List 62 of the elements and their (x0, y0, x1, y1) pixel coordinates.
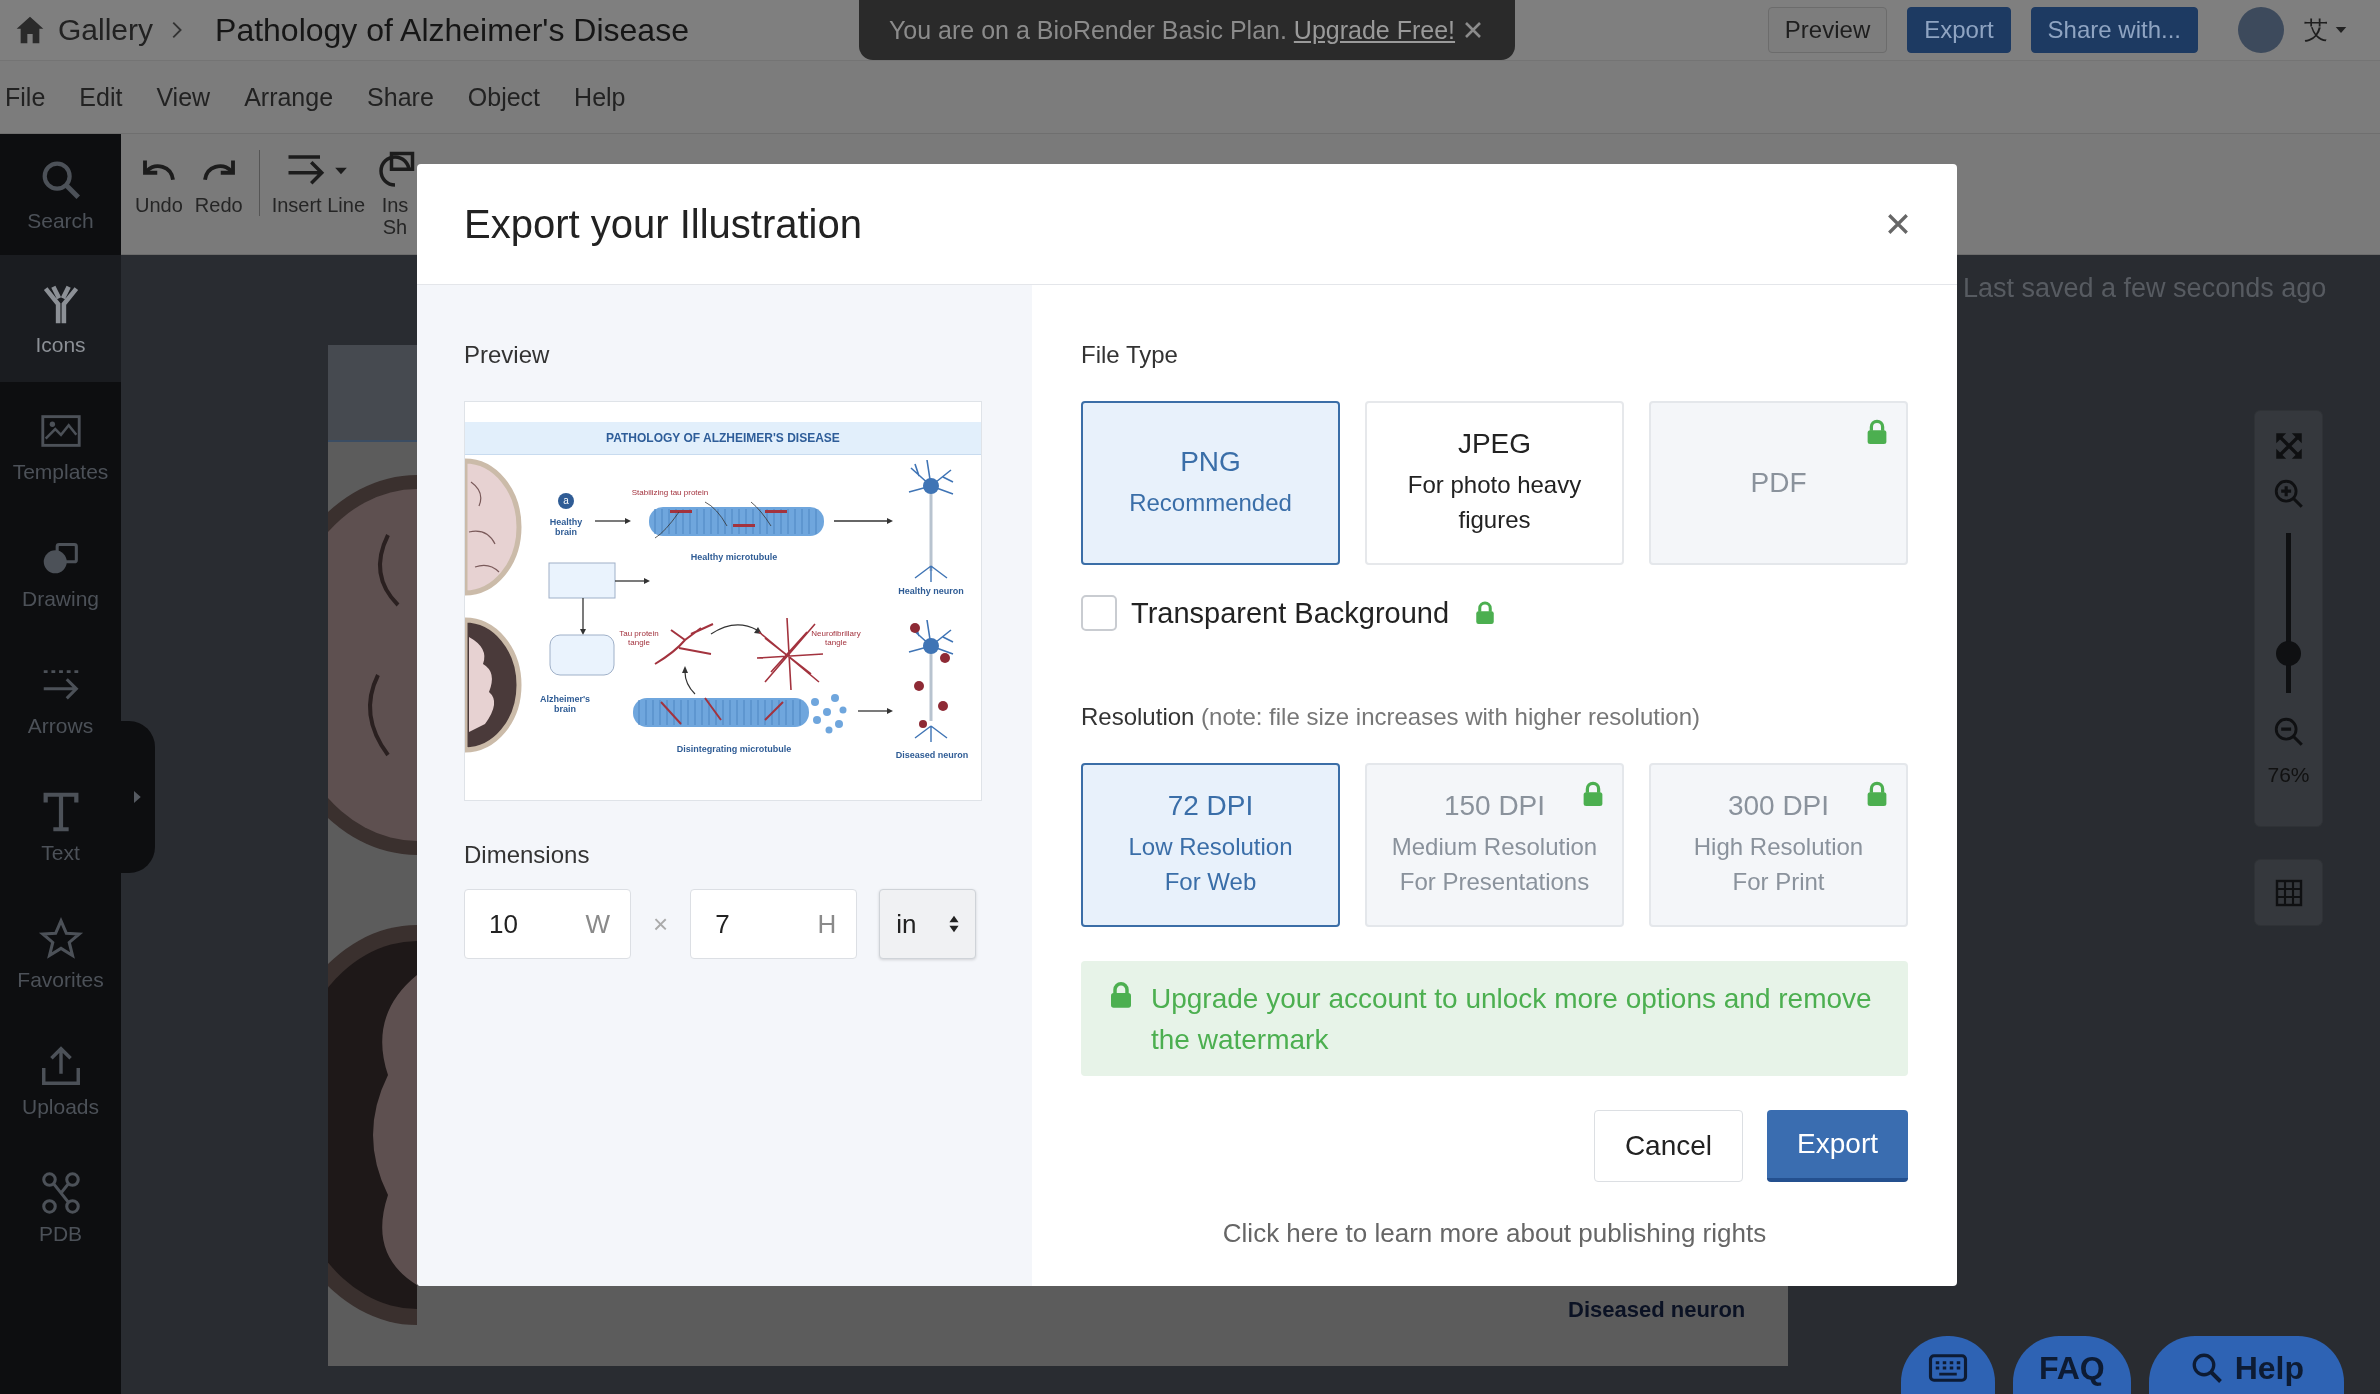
sidebar-item[interactable]: Uploads (0, 1017, 121, 1144)
toolbar-button[interactable]: Ins Sh (377, 150, 413, 238)
width-field[interactable]: 10 W (464, 889, 631, 959)
menu-item[interactable]: Arrange (244, 82, 334, 112)
height-field[interactable]: 7 H (690, 889, 858, 959)
section-label: Preview (464, 341, 551, 369)
cancel-button[interactable]: Cancel (1593, 1110, 1744, 1183)
sidebar-item[interactable]: Text (0, 763, 121, 890)
figure-label: Diseased neuron (895, 749, 969, 761)
menu-item[interactable]: File (5, 82, 46, 112)
unit-select[interactable]: in (879, 889, 977, 959)
figure-label: Disintegrating microtubule (676, 743, 792, 755)
sidebar-item[interactable]: Arrows (0, 636, 121, 763)
figure-label: Alzheimer's brain (538, 693, 592, 715)
toolbar-button[interactable]: Redo (194, 150, 243, 216)
figure-label: Healthy microtubule (690, 551, 778, 563)
sidebar-item[interactable]: Icons (0, 255, 121, 382)
section-label: File Type (1081, 341, 1179, 369)
section-label: Dimensions (464, 841, 591, 869)
toolbar-button[interactable]: Insert Line (258, 150, 365, 216)
sidebar-item[interactable]: Search (0, 134, 121, 255)
header-button[interactable]: Share with... (2030, 7, 2198, 53)
faq-button[interactable]: FAQ (2012, 1336, 2131, 1394)
dialog-title: Export your Illustration (464, 201, 862, 247)
resolution-option[interactable]: 150 DPI Medium Resolution For Presentations (1365, 763, 1624, 927)
toolbar-button[interactable]: Undo (135, 150, 183, 216)
times-sign: × (653, 908, 669, 940)
resolution-option[interactable]: 72 DPI Low Resolution For Web (1081, 763, 1340, 927)
document-title: Pathology of Alzheimer's Disease (215, 11, 689, 49)
sidebar-item[interactable]: PDB (0, 1144, 121, 1271)
user-name[interactable]: 艾 (2304, 14, 2328, 46)
file-type-option[interactable]: JPEG For photo heavy figures (1365, 401, 1624, 565)
header-button[interactable]: Export (1907, 7, 2011, 53)
file-type-option[interactable]: PNG Recommended (1081, 401, 1340, 565)
checkbox-label[interactable]: Transparent Background (1131, 596, 1450, 630)
header-button[interactable]: Preview (1767, 7, 1888, 53)
resolution-note: Resolution (note: file size increases with higher resolution) (1081, 703, 1701, 731)
upgrade-link[interactable]: Upgrade Free! (1293, 15, 1456, 44)
menu-item[interactable]: Edit (79, 82, 123, 112)
figure-label: Neurofibrillary tangle (810, 628, 862, 648)
menu-item[interactable]: Object (467, 82, 541, 112)
menu-item[interactable]: View (156, 82, 211, 112)
figure-label: Tau protein tangle (618, 628, 660, 648)
canvas-label: Diseased neuron (1568, 1297, 1746, 1323)
breadcrumb-link[interactable]: Gallery (58, 13, 154, 47)
resolution-option[interactable]: 300 DPI High Resolution For Print (1649, 763, 1908, 927)
help-button[interactable]: Help (2148, 1336, 2344, 1394)
menu-item[interactable]: Share (367, 82, 434, 112)
notice-text: Upgrade your account to unlock more options and remove the watermark (1151, 982, 1873, 1057)
figure-label: Healthy neuron (898, 585, 964, 597)
menu-item[interactable]: Help (574, 82, 626, 112)
rights-link[interactable]: Click here to learn more about publishing rights (1222, 1218, 1767, 1249)
sidebar-item[interactable]: Drawing (0, 509, 121, 636)
export-button[interactable]: Export (1767, 1110, 1908, 1183)
file-type-option[interactable]: PDF (1649, 401, 1908, 565)
plan-notice: You are on a BioRender Basic Plan. Upgrade Free! (888, 15, 1456, 45)
figure-label: Healthy brain (548, 516, 584, 538)
step-badge: a (558, 493, 574, 509)
sidebar-item[interactable]: Favorites (0, 890, 121, 1017)
figure-title: PATHOLOGY OF ALZHEIMER'S DISEASE (606, 431, 840, 445)
sidebar-item[interactable]: Templates (0, 382, 121, 509)
figure-label: Stabilizing tau protein (631, 488, 709, 498)
